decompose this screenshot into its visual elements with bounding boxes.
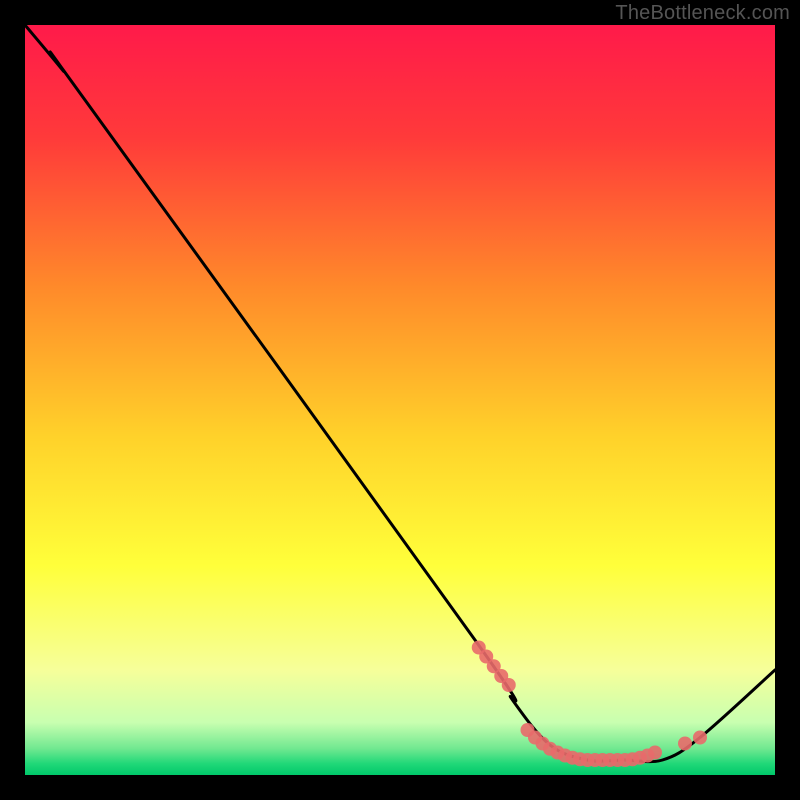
data-point [678, 737, 692, 751]
data-point [693, 731, 707, 745]
plot-svg [25, 25, 775, 775]
data-point [648, 746, 662, 760]
plot-area [25, 25, 775, 775]
data-point [502, 678, 516, 692]
gradient-background [25, 25, 775, 775]
chart-frame: TheBottleneck.com [0, 0, 800, 800]
watermark-text: TheBottleneck.com [615, 2, 790, 25]
